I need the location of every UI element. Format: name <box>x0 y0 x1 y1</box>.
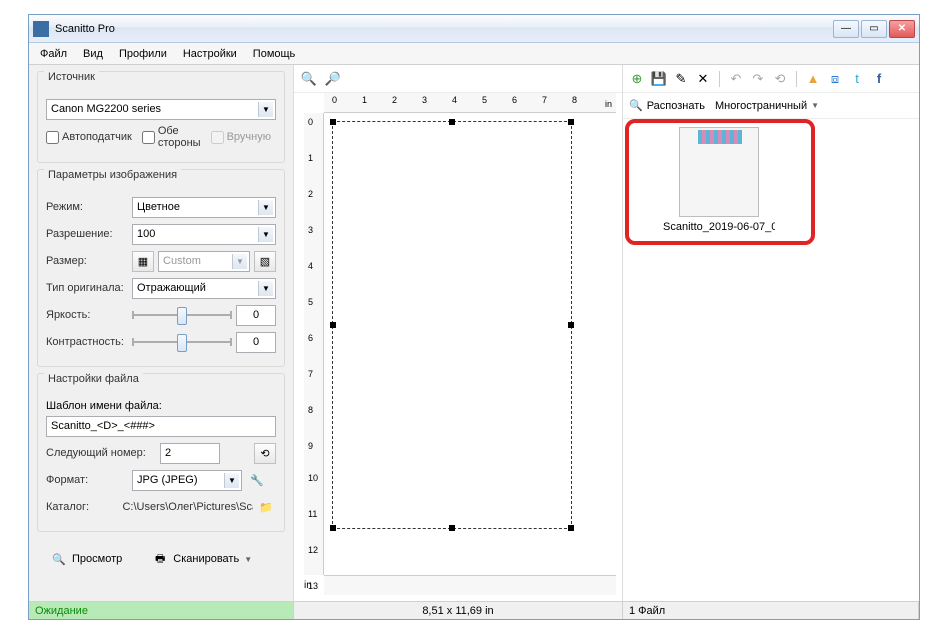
thumbnail-gallery[interactable]: Scanitto_2019-06-07_001... <box>623 119 919 601</box>
contrast-slider[interactable] <box>132 332 232 352</box>
group-source: Источник Canon MG2200 series ▼ Автоподат… <box>37 71 285 163</box>
twitter-icon[interactable]: t <box>849 71 865 87</box>
chevron-down-icon: ▼ <box>258 281 273 296</box>
status-state: Ожидание <box>29 602 294 619</box>
gallery-toolbar: ⊕ 💾 ✎ ✕ ↶ ↷ ⟲ ▲ ⧈ t f <box>623 65 919 93</box>
scanner-value: Canon MG2200 series <box>51 103 161 115</box>
zoom-out-button[interactable]: 🔎 <box>324 70 342 88</box>
refresh-number-button[interactable]: ⟲ <box>254 443 276 464</box>
resolution-combo[interactable]: 100▼ <box>132 224 276 245</box>
minimize-button[interactable]: — <box>833 20 859 38</box>
size-combo[interactable]: Custom▼ <box>158 251 250 272</box>
magnifier-icon: 🔍 <box>51 551 67 567</box>
chevron-down-icon: ▼ <box>244 555 252 564</box>
scan-canvas[interactable] <box>324 113 616 575</box>
brightness-value[interactable]: 0 <box>236 305 276 326</box>
chevron-down-icon: ▼ <box>232 254 247 269</box>
next-number-input[interactable]: 2 <box>160 443 220 464</box>
catalog-path: C:\Users\Олег\Pictures\Scanit <box>122 501 252 513</box>
titlebar: Scanitto Pro — ▭ ✕ <box>29 15 919 43</box>
redo-icon: ↷ <box>750 71 766 87</box>
status-filecount: 1 Файл <box>623 602 919 619</box>
scanner-combo[interactable]: Canon MG2200 series ▼ <box>46 99 276 120</box>
label-format: Формат: <box>46 474 128 486</box>
edit-icon[interactable]: ✎ <box>673 71 689 87</box>
rotate-icon: ⟲ <box>772 71 788 87</box>
label-size: Размер: <box>46 255 128 267</box>
label-resolution: Разрешение: <box>46 228 128 240</box>
ruler-bottom: in <box>324 575 616 595</box>
group-title-source: Источник <box>44 71 99 83</box>
browse-folder-button[interactable]: 📁 <box>257 497 276 518</box>
thumbnail-label: Scanitto_2019-06-07_001... <box>663 221 775 233</box>
thumbnail-image <box>679 127 759 217</box>
preview-panel: 🔍 🔎 012345678 in 012345678910111213 in <box>294 65 623 601</box>
app-window: Scanitto Pro — ▭ ✕ Файл Вид Профили Наст… <box>28 14 920 620</box>
menu-settings[interactable]: Настройки <box>176 45 244 63</box>
ocr-icon: 🔍 <box>629 99 643 112</box>
delete-icon[interactable]: ✕ <box>695 71 711 87</box>
scan-button[interactable]: 🖶 Сканировать ▼ <box>146 548 258 570</box>
group-title-file: Настройки файла <box>44 373 143 385</box>
close-button[interactable]: ✕ <box>889 20 915 38</box>
multipage-button[interactable]: Многостраничный ▼ <box>715 100 819 112</box>
add-icon[interactable]: ⊕ <box>629 71 645 87</box>
preview-button[interactable]: 🔍 Просмотр <box>45 548 128 570</box>
label-contrast: Контрастность: <box>46 336 128 348</box>
chevron-down-icon: ▼ <box>258 227 273 242</box>
manual-checkbox: Вручную <box>211 131 271 144</box>
label-next: Следующий номер: <box>46 447 156 459</box>
ruler-vertical: 012345678910111213 <box>304 113 324 575</box>
group-title-image: Параметры изображения <box>44 169 181 181</box>
selection-rect[interactable] <box>332 121 572 529</box>
chevron-down-icon: ▼ <box>258 200 273 215</box>
chevron-down-icon: ▼ <box>258 102 273 117</box>
chevron-down-icon: ▼ <box>224 473 239 488</box>
menu-file[interactable]: Файл <box>33 45 74 63</box>
original-combo[interactable]: Отражающий▼ <box>132 278 276 299</box>
group-image-params: Параметры изображения Режим: Цветное▼ Ра… <box>37 169 285 367</box>
drive-icon[interactable]: ▲ <box>805 71 821 87</box>
duplex-checkbox[interactable]: Обе стороны <box>142 125 201 149</box>
dropbox-icon[interactable]: ⧈ <box>827 71 843 87</box>
format-combo[interactable]: JPG (JPEG)▼ <box>132 470 242 491</box>
label-original: Тип оригинала: <box>46 282 128 294</box>
facebook-icon[interactable]: f <box>871 71 887 87</box>
group-file-settings: Настройки файла Шаблон имени файла: Scan… <box>37 373 285 532</box>
gallery-panel: ⊕ 💾 ✎ ✕ ↶ ↷ ⟲ ▲ ⧈ t f 🔍 Распознать <box>623 65 919 601</box>
menu-help[interactable]: Помощь <box>246 45 303 63</box>
template-input[interactable]: Scanitto_<D>_<###> <box>46 416 276 437</box>
menu-view[interactable]: Вид <box>76 45 110 63</box>
recognize-button[interactable]: 🔍 Распознать <box>629 99 705 112</box>
left-panel: Источник Canon MG2200 series ▼ Автоподат… <box>29 65 294 601</box>
status-dimensions: 8,51 x 11,69 in <box>294 602 623 619</box>
size-edit-button[interactable]: ▧ <box>254 251 276 272</box>
scanner-icon: 🖶 <box>152 551 168 567</box>
zoom-in-button[interactable]: 🔍 <box>300 70 318 88</box>
statusbar: Ожидание 8,51 x 11,69 in 1 Файл <box>29 601 919 619</box>
mode-combo[interactable]: Цветное▼ <box>132 197 276 218</box>
menubar: Файл Вид Профили Настройки Помощь <box>29 43 919 65</box>
label-catalog: Каталог: <box>46 501 118 513</box>
menu-profiles[interactable]: Профили <box>112 45 174 63</box>
undo-icon: ↶ <box>728 71 744 87</box>
label-mode: Режим: <box>46 201 128 213</box>
autofeed-checkbox[interactable]: Автоподатчик <box>46 131 132 144</box>
thumbnail-item[interactable]: Scanitto_2019-06-07_001... <box>663 127 775 233</box>
window-title: Scanitto Pro <box>55 23 833 35</box>
app-icon <box>33 21 49 37</box>
ruler-horizontal: 012345678 in <box>324 93 616 113</box>
brightness-slider[interactable] <box>132 305 232 325</box>
label-brightness: Яркость: <box>46 309 128 321</box>
contrast-value[interactable]: 0 <box>236 332 276 353</box>
save-icon[interactable]: 💾 <box>651 71 667 87</box>
maximize-button[interactable]: ▭ <box>861 20 887 38</box>
gallery-toolbar-2: 🔍 Распознать Многостраничный ▼ <box>623 93 919 119</box>
size-link-button[interactable]: ▦ <box>132 251 154 272</box>
action-row: 🔍 Просмотр 🖶 Сканировать ▼ <box>37 538 285 580</box>
chevron-down-icon: ▼ <box>811 101 819 110</box>
label-template: Шаблон имени файла: <box>46 400 276 412</box>
format-settings-button[interactable]: 🔧 <box>246 470 268 491</box>
